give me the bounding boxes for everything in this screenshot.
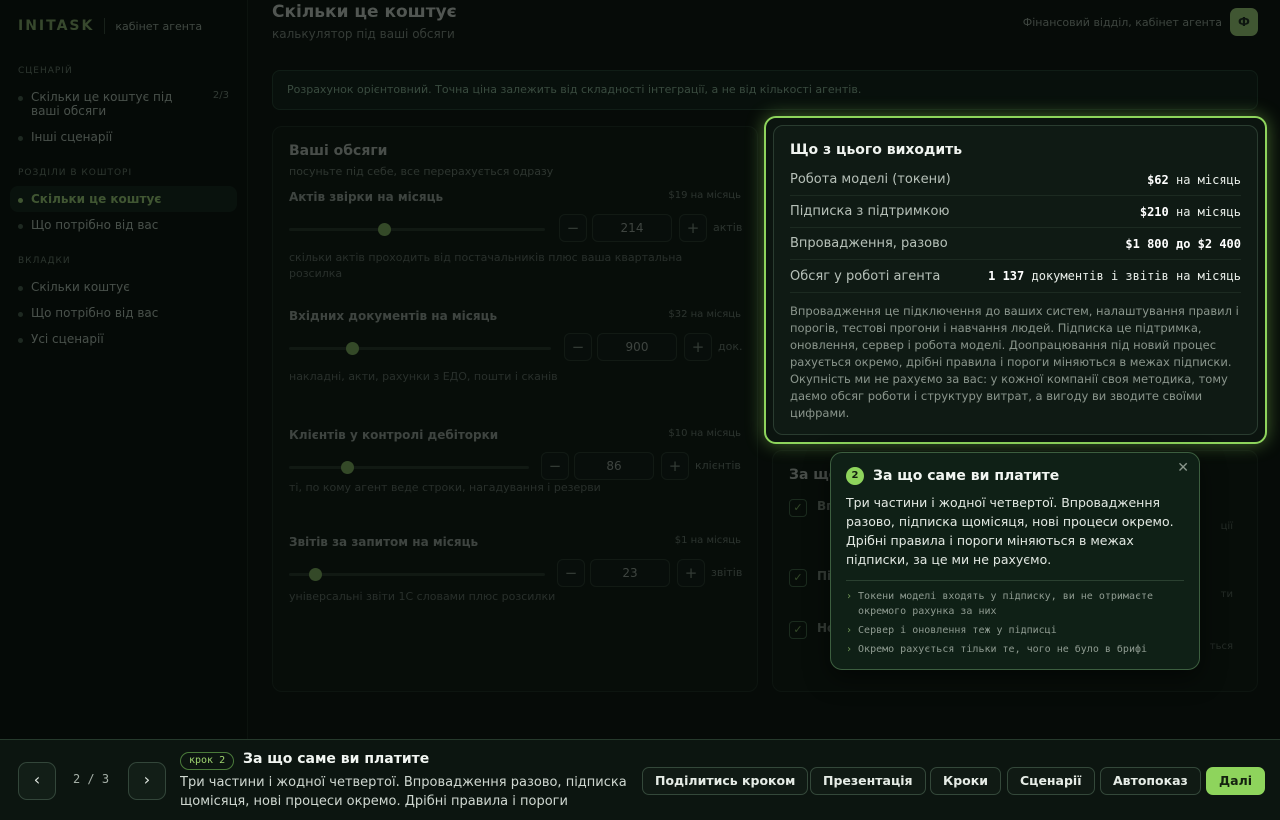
result-row-label: Впровадження, разово [790, 236, 948, 251]
popover-header: 2 За що саме ви платите [846, 467, 1184, 485]
chevron-right-icon: › [846, 625, 853, 636]
result-row-value: $62 на місяць [1147, 173, 1241, 187]
tour-spotlight: Що з цього виходить Робота моделі (токен… [764, 116, 1267, 444]
chevron-right-icon: › [846, 644, 853, 655]
next-arrow-button[interactable]: › [128, 762, 166, 800]
bullet-text: Окремо рахується тільки те, чого не було… [858, 644, 1148, 655]
result-row-subscription: Підписка з підтримкою $210 на місяць [790, 196, 1241, 228]
next-button[interactable]: Далі [1206, 767, 1266, 795]
step-number-badge: 2 [846, 467, 864, 485]
list-item: › Окремо рахується тільки те, чого не бул… [846, 642, 1184, 657]
result-row-value: 1 137 документів і звітів на місяць [988, 269, 1241, 283]
value-amount: $210 [1139, 204, 1169, 219]
divider [846, 580, 1184, 581]
list-item: › Сервер і оновлення теж у підписці [846, 623, 1184, 638]
result-row-implementation: Впровадження, разово $1 800 до $2 400 [790, 228, 1241, 260]
result-title: Що з цього виходить [790, 142, 963, 158]
popover-bullets: › Токени моделі входять у підписку, ви не… [846, 589, 1184, 657]
scenarios-button[interactable]: Сценарії [1007, 767, 1095, 795]
result-row-value: $1 800 до $2 400 [1125, 237, 1241, 251]
popover-body: Три частини і жодної четвертої. Впровадж… [846, 495, 1174, 567]
result-row-label: Обсяг у роботі агента [790, 268, 941, 284]
bullet-text: Токени моделі входять у підписку, ви не … [858, 591, 1154, 617]
value-period: на місяць [1168, 172, 1241, 187]
list-item: › Токени моделі входять у підписку, ви не… [846, 589, 1184, 619]
chevron-right-icon: › [846, 591, 853, 602]
steps-button[interactable]: Кроки [930, 767, 1001, 795]
value-amount: $1 800 до $2 400 [1125, 236, 1241, 251]
value-period: документів і звітів на місяць [1024, 269, 1241, 283]
result-row-label: Підписка з підтримкою [790, 204, 950, 219]
result-row-value: $210 на місяць [1140, 205, 1241, 219]
value-amount: 1 137 [988, 269, 1025, 283]
step-badge: крок 2 [180, 752, 235, 770]
autoplay-button[interactable]: Автопоказ [1100, 767, 1201, 795]
divider [790, 292, 1241, 293]
result-row-model-tokens: Робота моделі (токени) $62 на місяць [790, 164, 1241, 196]
close-icon[interactable]: ✕ [1177, 460, 1189, 476]
step-description: Три частини і жодної четвертої. Впровадж… [180, 775, 627, 809]
tour-bottom-bar: ‹ 2 / 3 › крок 2 За що саме ви платите Т… [0, 739, 1280, 820]
tour-popover: 2 За що саме ви платите ✕ Три частини і … [830, 452, 1200, 670]
result-note: Впровадження це підключення до ваших сис… [790, 304, 1239, 420]
step-counter: 2 / 3 [72, 772, 110, 786]
value-period: на місяць [1168, 204, 1241, 219]
previous-step-button[interactable]: ‹ [18, 762, 56, 800]
share-step-button[interactable]: Поділитись кроком [642, 767, 809, 795]
result-row-label: Робота моделі (токени) [790, 172, 951, 187]
presentation-button[interactable]: Презентація [810, 767, 926, 795]
result-summary-card: Що з цього виходить Робота моделі (токен… [773, 125, 1258, 435]
step-title: За що саме ви платите [243, 751, 430, 767]
popover-title: За що саме ви платите [873, 468, 1060, 484]
bullet-text: Сервер і оновлення теж у підписці [858, 625, 1057, 636]
result-row-volume: Обсяг у роботі агента 1 137 документів і… [790, 260, 1241, 292]
value-amount: $62 [1147, 172, 1169, 187]
